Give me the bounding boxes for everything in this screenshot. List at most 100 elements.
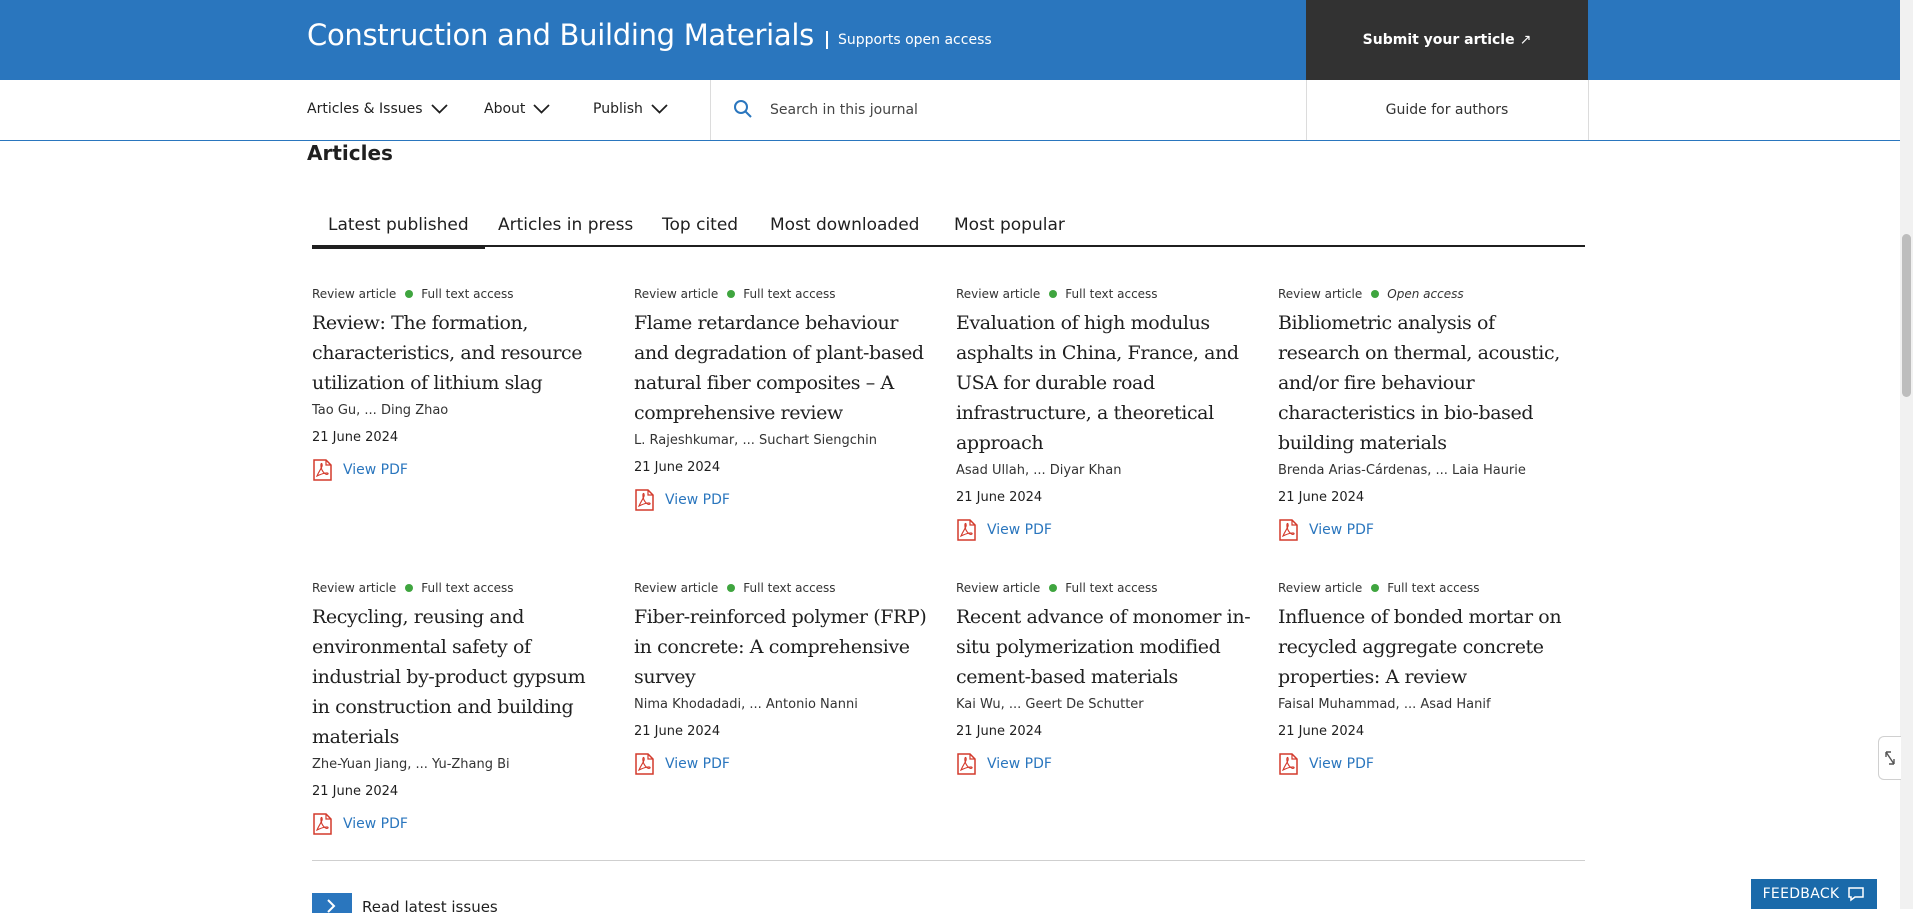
- article-title[interactable]: Bibliometric analysis of research on the…: [1278, 308, 1573, 458]
- article-type: Review article: [634, 581, 719, 595]
- chevron-down-icon: [651, 104, 668, 114]
- pdf-icon: [635, 753, 654, 775]
- view-pdf-link[interactable]: View PDF: [312, 459, 607, 481]
- article-title[interactable]: Recent advance of monomer in-situ polyme…: [956, 602, 1251, 692]
- article-type: Review article: [312, 581, 397, 595]
- tab-most-downloaded[interactable]: Most downloaded: [770, 215, 919, 245]
- chat-bubble-icon: [1848, 887, 1865, 902]
- article-authors: Nima Khodadadi, ... Antonio Nanni: [634, 697, 858, 712]
- article-title[interactable]: Evaluation of high modulus asphalts in C…: [956, 308, 1251, 458]
- tab-latest-published[interactable]: Latest published: [312, 215, 485, 249]
- nav-articles-issues[interactable]: Articles & Issues: [307, 101, 448, 117]
- view-pdf-label: View PDF: [343, 462, 408, 478]
- side-tool-widget[interactable]: [1878, 736, 1901, 780]
- read-latest-issues-label[interactable]: Read latest issues: [362, 898, 498, 916]
- article-card: Review article Full text access Review: T…: [312, 286, 607, 481]
- article-card: Review article Full text access Evaluatio…: [956, 286, 1251, 541]
- access-dot-icon: [727, 584, 736, 592]
- access-label: Full text access: [1387, 581, 1480, 595]
- tab-articles-in-press[interactable]: Articles in press: [498, 215, 633, 245]
- feedback-button[interactable]: FEEDBACK: [1751, 879, 1877, 909]
- pdf-icon: [635, 489, 654, 511]
- view-pdf-label: View PDF: [1309, 522, 1374, 538]
- view-pdf-link[interactable]: View PDF: [312, 813, 607, 835]
- pdf-icon: [1279, 519, 1298, 541]
- article-title[interactable]: Influence of bonded mortar on recycled a…: [1278, 602, 1573, 692]
- access-label: Open access: [1387, 287, 1464, 301]
- article-type: Review article: [956, 287, 1041, 301]
- access-dot-icon: [1371, 584, 1380, 592]
- tab-top-cited[interactable]: Top cited: [662, 215, 738, 245]
- article-tabs: Latest published Articles in press Top c…: [312, 215, 1585, 249]
- access-label: Full text access: [1065, 581, 1158, 595]
- submit-article-label: Submit your article: [1362, 32, 1515, 48]
- view-pdf-label: View PDF: [343, 816, 408, 832]
- article-authors: Asad Ullah, ... Diyar Khan: [956, 463, 1122, 478]
- scrollbar-thumb[interactable]: [1902, 234, 1911, 397]
- article-date: 21 June 2024: [312, 430, 399, 445]
- access-label: Full text access: [1065, 287, 1158, 301]
- access-dot-icon: [727, 290, 736, 298]
- view-pdf-link[interactable]: View PDF: [956, 519, 1251, 541]
- view-pdf-label: View PDF: [665, 756, 730, 772]
- article-date: 21 June 2024: [634, 724, 721, 739]
- submit-article-button[interactable]: Submit your article ↗: [1306, 0, 1588, 80]
- article-title[interactable]: Fiber-reinforced polymer (FRP) in concre…: [634, 602, 929, 692]
- nav-label: Publish: [593, 101, 643, 117]
- search-icon[interactable]: [733, 99, 753, 119]
- nav-label: About: [484, 101, 526, 117]
- access-dot-icon: [405, 584, 414, 592]
- article-date: 21 June 2024: [956, 490, 1043, 505]
- article-title[interactable]: Recycling, reusing and environmental saf…: [312, 602, 607, 752]
- read-latest-issues-button[interactable]: [312, 893, 352, 913]
- view-pdf-link[interactable]: View PDF: [956, 753, 1251, 775]
- section-divider: [312, 860, 1585, 861]
- article-title[interactable]: Flame retardance behaviour and degradati…: [634, 308, 929, 428]
- article-type: Review article: [1278, 287, 1363, 301]
- article-authors: Tao Gu, ... Ding Zhao: [312, 403, 449, 418]
- access-label: Full text access: [743, 287, 836, 301]
- article-type: Review article: [1278, 581, 1363, 595]
- article-authors: Faisal Muhammad, ... Asad Hanif: [1278, 697, 1491, 712]
- expand-arrows-icon: [1885, 751, 1895, 765]
- access-dot-icon: [405, 290, 414, 298]
- article-date: 21 June 2024: [634, 460, 721, 475]
- pdf-icon: [957, 753, 976, 775]
- view-pdf-link[interactable]: View PDF: [634, 753, 929, 775]
- access-dot-icon: [1049, 290, 1058, 298]
- access-label: Full text access: [421, 287, 514, 301]
- guide-for-authors-link[interactable]: Guide for authors: [1306, 80, 1588, 140]
- nav-publish[interactable]: Publish: [593, 101, 668, 117]
- page-scrollbar[interactable]: [1900, 0, 1913, 909]
- external-link-icon: ↗: [1519, 32, 1532, 48]
- view-pdf-link[interactable]: View PDF: [1278, 753, 1573, 775]
- chevron-down-icon: [430, 104, 448, 114]
- article-title[interactable]: Review: The formation, characteristics, …: [312, 308, 607, 398]
- article-date: 21 June 2024: [1278, 724, 1365, 739]
- article-type: Review article: [312, 287, 397, 301]
- article-date: 21 June 2024: [1278, 490, 1365, 505]
- tab-most-popular[interactable]: Most popular: [954, 215, 1065, 245]
- article-date: 21 June 2024: [312, 784, 399, 799]
- view-pdf-link[interactable]: View PDF: [1278, 519, 1573, 541]
- nav-label: Articles & Issues: [307, 101, 423, 117]
- journal-search-input[interactable]: [770, 97, 1250, 123]
- journal-title[interactable]: Construction and Building Materials: [307, 18, 814, 52]
- access-dot-icon: [1371, 290, 1380, 298]
- article-card: Review article Full text access Fiber-rei…: [634, 580, 929, 775]
- article-card: Review article Open access Bibliometric a…: [1278, 286, 1573, 541]
- feedback-label: FEEDBACK: [1762, 886, 1840, 902]
- article-authors: Zhe-Yuan Jiang, ... Yu-Zhang Bi: [312, 757, 510, 772]
- article-card: Review article Full text access Flame ret…: [634, 286, 929, 511]
- pdf-icon: [313, 459, 332, 481]
- access-label: Full text access: [743, 581, 836, 595]
- pdf-icon: [957, 519, 976, 541]
- view-pdf-link[interactable]: View PDF: [634, 489, 929, 511]
- article-card: Review article Full text access Influence…: [1278, 580, 1573, 775]
- chevron-right-icon: [327, 899, 336, 913]
- pdf-icon: [1279, 753, 1298, 775]
- article-card: Review article Full text access Recent ad…: [956, 580, 1251, 775]
- nav-divider: [710, 80, 711, 140]
- access-label: Full text access: [421, 581, 514, 595]
- nav-about[interactable]: About: [484, 101, 551, 117]
